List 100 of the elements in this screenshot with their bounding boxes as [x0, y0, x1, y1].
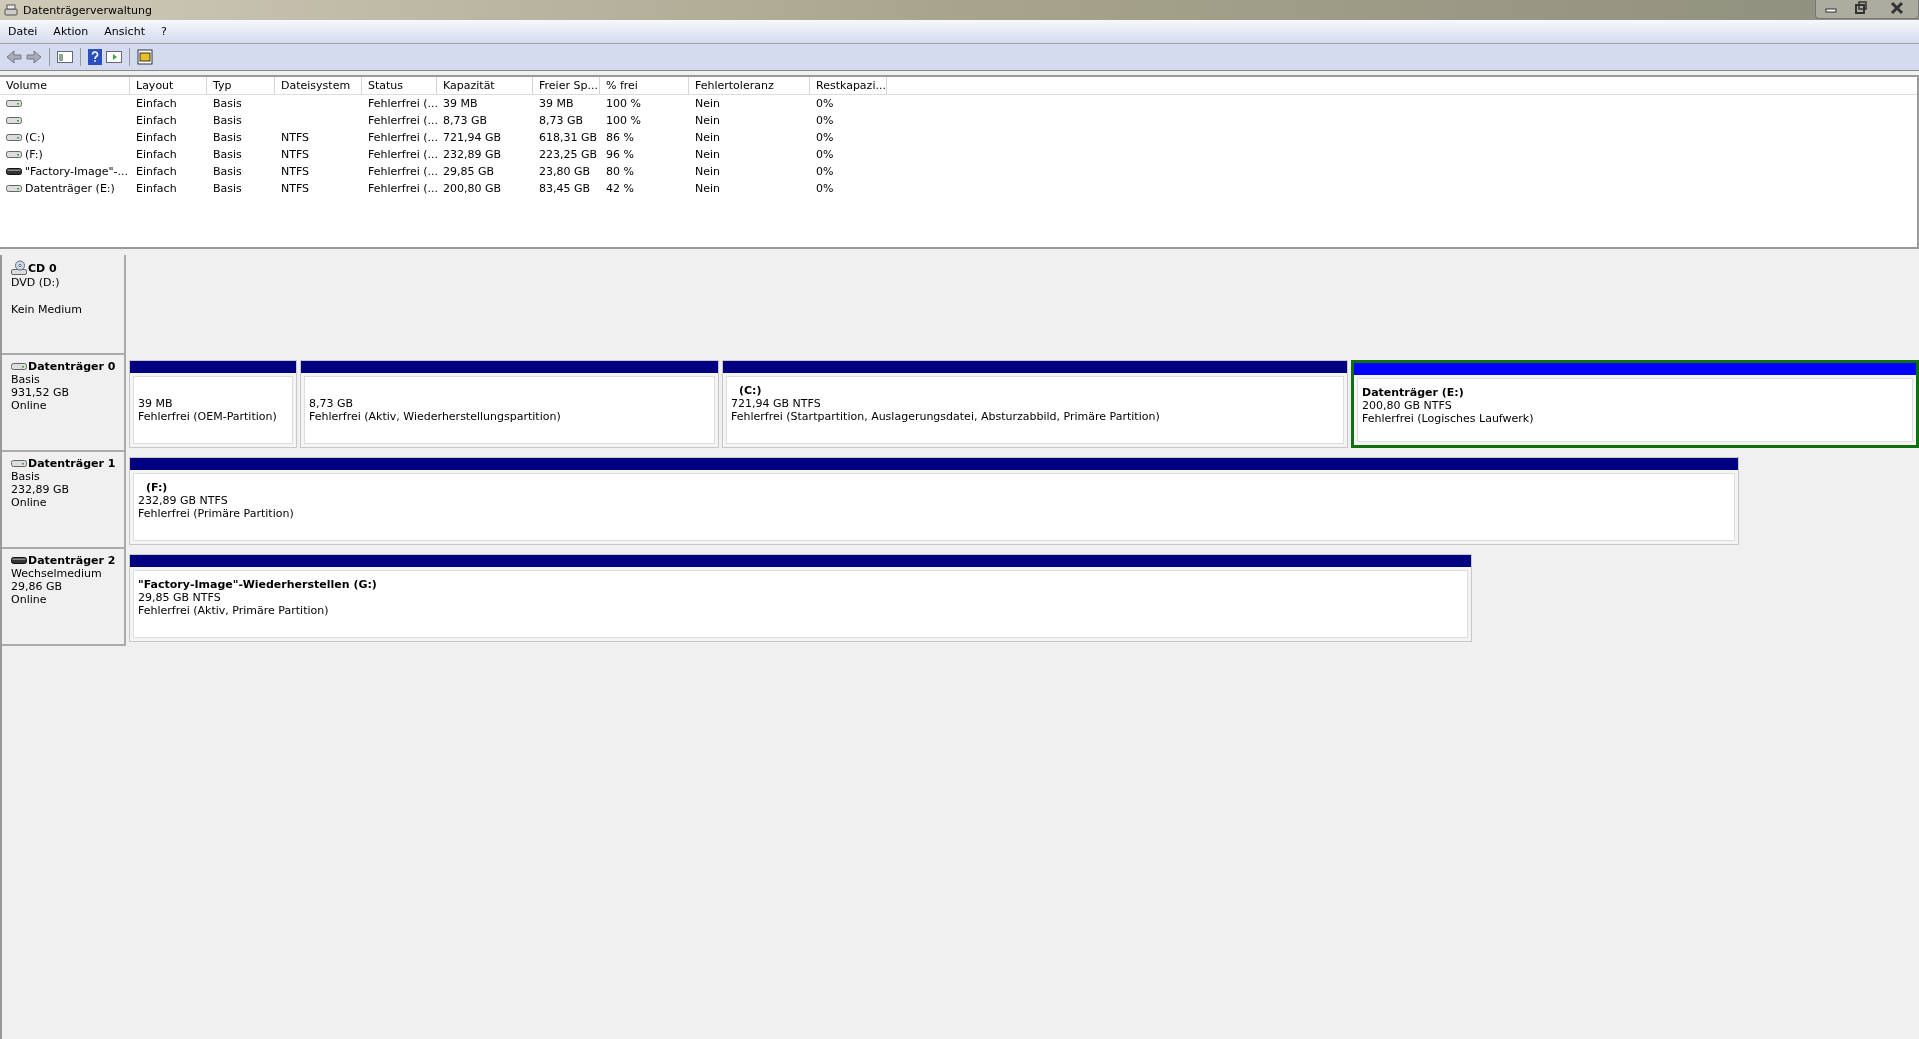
disk-info: DVD (D:) [11, 276, 61, 289]
partition-info: 29,85 GB NTFS [138, 591, 222, 604]
partition-info: Fehlerfrei (Aktiv, Primäre Partition) [138, 604, 330, 617]
table-cell-text: Nein [695, 181, 721, 197]
partition-info: Fehlerfrei (OEM-Partition) [138, 410, 278, 423]
partition-info: Fehlerfrei (Primäre Partition) [138, 507, 295, 520]
help-icon[interactable] [88, 49, 102, 65]
table-cell-text: 8,73 GB [443, 113, 488, 129]
column-header[interactable]: Kapazität [437, 77, 533, 94]
disk-name: Datenträger 2 [28, 554, 116, 567]
app-icon [4, 3, 18, 17]
table-cell-text: Basis [213, 96, 242, 112]
table-cell-text: Nein [695, 130, 721, 146]
drive-icon [6, 133, 22, 142]
table-cell-text: 0% [816, 130, 834, 146]
column-header[interactable]: Restkapazi... [810, 77, 887, 94]
column-header[interactable]: Status [362, 77, 437, 94]
table-cell-text: 39 MB [443, 96, 478, 112]
table-cell-text: 0% [816, 96, 834, 112]
drive-icon [6, 116, 22, 125]
disk-info: Basis [11, 470, 41, 483]
partition[interactable]: 8,73 GB Fehlerfrei (Aktiv, Wiederherstellungspartition) [300, 360, 719, 448]
drive-icon [11, 362, 27, 371]
table-cell-text: 0% [816, 113, 834, 129]
column-header[interactable]: Volume [0, 77, 130, 94]
disk-name: Datenträger 1 [28, 457, 116, 470]
table-cell-text: NTFS [281, 164, 310, 180]
partition[interactable]: (C:) 721,94 GB NTFS Fehlerfrei (Startpartition, Auslagerungsdatei, Absturzabbild, Primäre Partition) [722, 360, 1348, 448]
disk-info: Basis [11, 373, 41, 386]
menu-item[interactable]: ? [152, 25, 175, 38]
table-cell-text: Basis [213, 181, 242, 197]
partition[interactable]: (F:) 232,89 GB NTFS Fehlerfrei (Primäre Partition) [129, 457, 1739, 545]
menu-item[interactable]: Aktion [45, 25, 97, 38]
disk-info: 232,89 GB [11, 483, 71, 496]
drive-icon [6, 167, 22, 176]
disk-name: Datenträger 0 [28, 360, 116, 373]
forward-arrow-icon[interactable] [26, 50, 42, 64]
table-cell-text: (F:) [25, 147, 43, 163]
drive-icon [6, 150, 22, 159]
table-cell-text: Basis [213, 164, 242, 180]
pane-icon[interactable] [106, 50, 122, 64]
window-title: Datenträgerverwaltung [23, 3, 152, 17]
table-cell-text: Nein [695, 113, 721, 129]
table-cell-text: Einfach [136, 113, 177, 129]
table-cell-text: 0% [816, 181, 834, 197]
table-cell-text: 618,31 GB [539, 130, 598, 146]
disk-info: 29,86 GB [11, 580, 64, 593]
table-cell-text: Basis [213, 147, 242, 163]
table-cell-text: 100 % [606, 113, 641, 129]
table-cell-text: NTFS [281, 181, 310, 197]
partition-info: 8,73 GB [309, 397, 355, 410]
menu-item[interactable]: Datei [0, 25, 46, 38]
table-cell-text: Fehlerfrei (... [368, 164, 439, 180]
table-cell-text: NTFS [281, 147, 310, 163]
drive-icon [6, 99, 22, 108]
partition-info: Fehlerfrei (Startpartition, Auslagerungsdatei, Absturzabbild, Primäre Partition) [731, 410, 1161, 423]
pane-icon[interactable] [57, 50, 73, 64]
partition[interactable]: Datenträger (E:) 200,80 GB NTFS Fehlerfrei (Logisches Laufwerk) [1351, 360, 1919, 448]
partition[interactable]: "Factory-Image"-Wiederherstellen (G:) 29,85 GB NTFS Fehlerfrei (Aktiv, Primäre Partition) [129, 554, 1472, 642]
column-header[interactable]: Fehlertoleranz [689, 77, 810, 94]
table-cell-text: Einfach [136, 147, 177, 163]
disk-info: 931,52 GB [11, 386, 71, 399]
partition[interactable]: 39 MB Fehlerfrei (OEM-Partition) [129, 360, 297, 448]
table-cell-text: 223,25 GB [539, 147, 598, 163]
table-cell-text: Nein [695, 96, 721, 112]
column-header[interactable]: Typ [207, 77, 275, 94]
table-cell-text: Einfach [136, 96, 177, 112]
menu-item[interactable]: Ansicht [96, 25, 153, 38]
table-cell-text: Fehlerfrei (... [368, 130, 439, 146]
table-cell-text: 0% [816, 164, 834, 180]
partition-info: 232,89 GB NTFS [138, 494, 229, 507]
table-cell-text: 80 % [606, 164, 634, 180]
table-cell-text: 39 MB [539, 96, 574, 112]
table-cell-text: 96 % [606, 147, 634, 163]
disk-info: Online [11, 593, 48, 606]
table-cell-text: Nein [695, 147, 721, 163]
properties-icon[interactable] [137, 49, 153, 65]
drive-icon [11, 459, 27, 468]
table-cell-text: 83,45 GB [539, 181, 591, 197]
disk-info: Kein Medium [11, 303, 83, 316]
table-cell-text: 23,80 GB [539, 164, 591, 180]
table-cell-text: 29,85 GB [443, 164, 495, 180]
table-cell-text: 8,73 GB [539, 113, 584, 129]
table-cell-text: 42 % [606, 181, 634, 197]
table-cell-text: Einfach [136, 164, 177, 180]
table-cell-text: Basis [213, 113, 242, 129]
disk-info: Online [11, 496, 48, 509]
drive-icon [6, 184, 22, 193]
table-cell-text: Fehlerfrei (... [368, 96, 439, 112]
partition-info: 39 MB [138, 397, 174, 410]
table-cell-text: 721,94 GB [443, 130, 502, 146]
table-cell-text: 232,89 GB [443, 147, 502, 163]
column-header[interactable]: Layout [130, 77, 207, 94]
column-header[interactable]: Dateisystem [275, 77, 362, 94]
table-cell-text: Einfach [136, 181, 177, 197]
column-header[interactable]: % frei [600, 77, 689, 94]
partition-info: Fehlerfrei (Aktiv, Wiederherstellungspartition) [309, 410, 562, 423]
back-arrow-icon[interactable] [6, 50, 22, 64]
restore-icon[interactable] [1855, 0, 1867, 16]
column-header[interactable]: Freier Sp... [533, 77, 600, 94]
